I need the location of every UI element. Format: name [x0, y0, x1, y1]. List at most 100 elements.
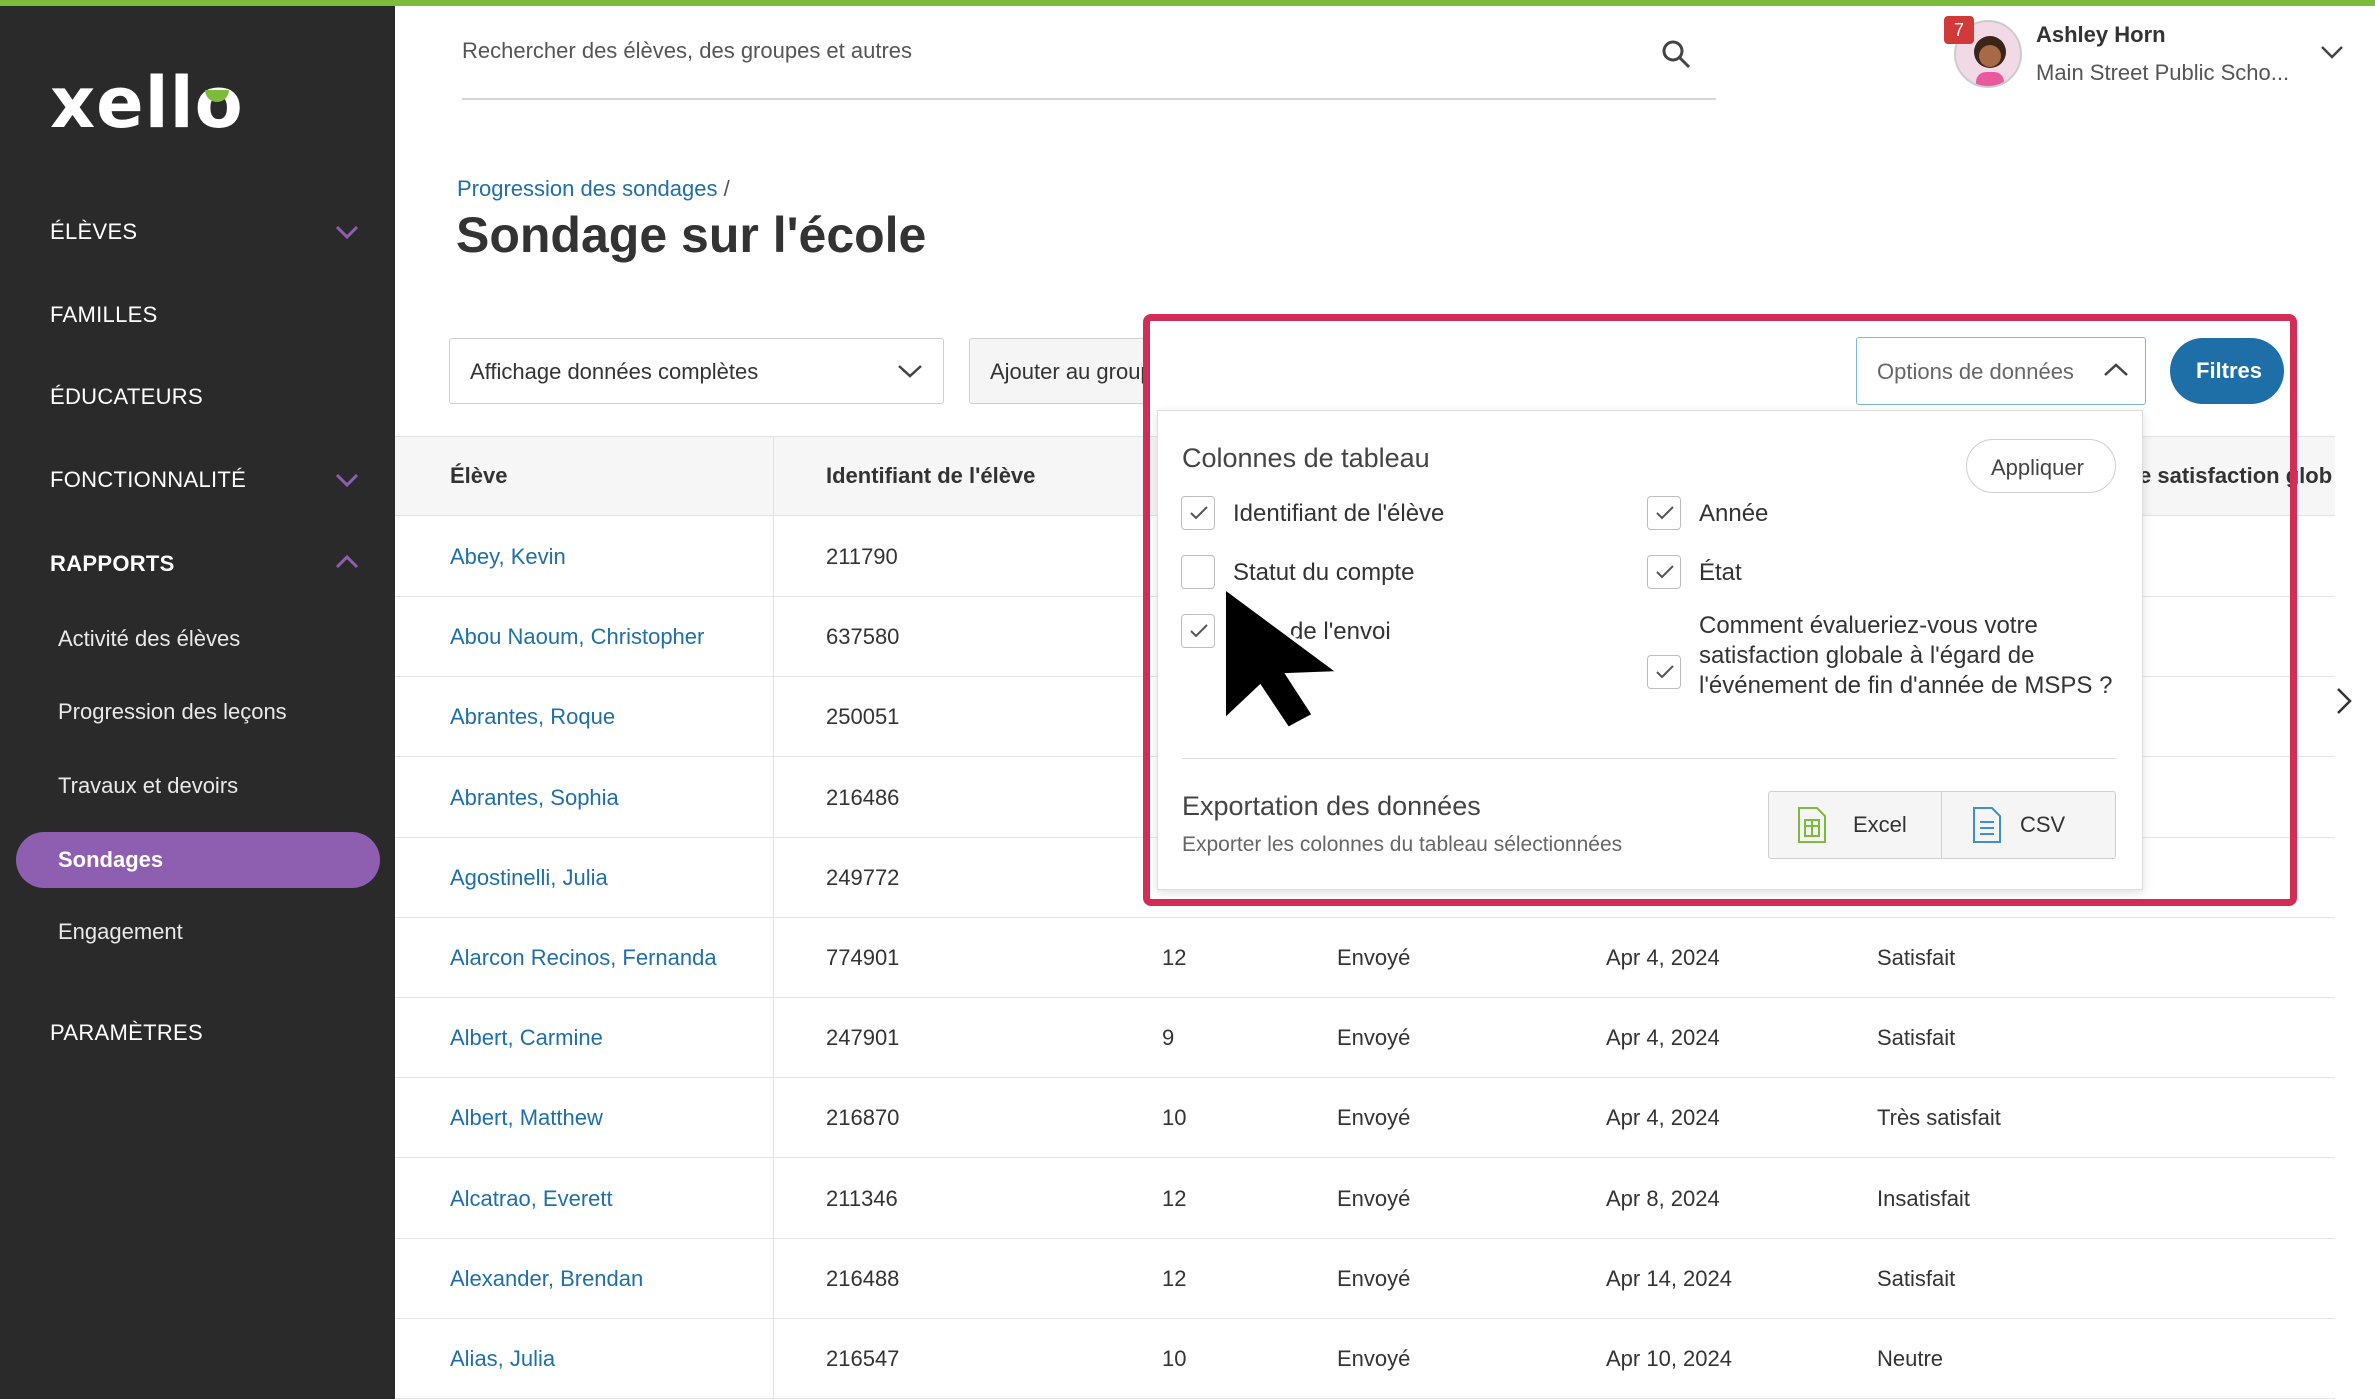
chevron-down-icon[interactable]	[334, 472, 360, 488]
checkbox-date-envoi[interactable]	[1181, 614, 1215, 648]
notification-badge[interactable]: 7	[1944, 16, 1974, 44]
filters-button[interactable]: Filtres	[2170, 338, 2284, 404]
export-subtitle: Exporter les colonnes du tableau sélecti…	[1182, 833, 1623, 856]
chevron-down-icon[interactable]	[2320, 44, 2344, 60]
sidebar-item-fonctionnalite[interactable]: FONCTIONNALITÉ	[50, 467, 246, 493]
checkbox-etat[interactable]	[1647, 555, 1681, 589]
sidebar-sub-travaux[interactable]: Travaux et devoirs	[58, 773, 238, 799]
cell-satisfaction: Neutre	[1877, 1346, 1944, 1371]
add-to-group-button[interactable]: Ajouter au groupe	[969, 338, 1169, 404]
cell-satisfaction: Satisfait	[1877, 945, 1956, 970]
excel-label: Excel	[1853, 812, 1907, 837]
export-buttons: Excel CSV	[1768, 791, 2116, 859]
csv-button[interactable]: CSV	[1942, 792, 2116, 858]
cell-date: Apr 4, 2024	[1606, 1105, 1720, 1131]
chevron-up-icon[interactable]	[334, 554, 360, 570]
table-row[interactable]: Albert, Matthew 216870 10 Envoyé Apr 4, 2024…	[395, 1078, 2335, 1159]
sidebar-item-parametres[interactable]: PARAMÈTRES	[50, 1020, 203, 1046]
excel-button[interactable]: Excel	[1769, 792, 1941, 858]
cell-student-id: 774901	[826, 945, 900, 970]
column-header-eleve[interactable]: Élève	[450, 463, 508, 489]
table-row[interactable]: Albert, Carmine 247901 9 Envoyé Apr 4, 2024 S…	[395, 998, 2335, 1079]
cell-student-id: 216486	[826, 784, 900, 810]
student-name-link[interactable]: Agostinelli, Julia	[450, 865, 608, 891]
student-name-link[interactable]: Abey, Kevin	[450, 544, 566, 570]
filters-label: Filtres	[2196, 358, 2263, 383]
sidebar-sub-sondages[interactable]: Sondages	[16, 832, 380, 888]
cell-status: Envoyé	[1337, 1346, 1411, 1371]
student-name-link[interactable]: Albert, Carmine	[450, 1025, 603, 1051]
cell-status: Envoyé	[1337, 945, 1411, 970]
student-name-link[interactable]: Alexander, Brendan	[450, 1266, 643, 1292]
chevron-down-icon[interactable]	[334, 224, 360, 240]
apply-label: Appliquer	[1991, 455, 2084, 480]
apply-button[interactable]: Appliquer	[1966, 439, 2116, 493]
student-name-link[interactable]: Alcatrao, Everett	[450, 1186, 613, 1212]
user-name: Ashley Horn	[2036, 22, 2166, 47]
checkbox-annee[interactable]	[1647, 496, 1681, 530]
cell-student-id: 247901	[826, 1025, 900, 1051]
view-select-value: Affichage données complètes	[470, 359, 759, 384]
excel-file-icon	[1798, 807, 1826, 843]
chevron-up-icon	[2104, 363, 2128, 376]
cell-date: Apr 4, 2024	[1606, 945, 1720, 970]
mouse-cursor-icon	[1222, 583, 1346, 732]
breadcrumb-link[interactable]: Progression des sondages	[457, 176, 718, 201]
cell-date: Apr 8, 2024	[1606, 1185, 1720, 1211]
cell-satisfaction: Satisfait	[1877, 1025, 1956, 1051]
cell-student-id: 211346	[826, 1185, 898, 1211]
table-row[interactable]: Alias, Julia 216547 10 Envoyé Apr 10, 2024 Ne…	[395, 1319, 2335, 1399]
cell-grade: 12	[1162, 1265, 1187, 1291]
cell-student-id: 637580	[826, 624, 900, 650]
cell-student-id: 216870	[826, 1105, 900, 1131]
student-name-link[interactable]: Abou Naoum, Christopher	[450, 624, 704, 650]
user-menu[interactable]: 7 Ashley Horn Main Street Public Scho...	[1944, 16, 2364, 96]
view-select[interactable]: Affichage données complètes	[449, 338, 944, 404]
option-label: Année	[1699, 500, 1769, 527]
cell-satisfaction: Très satisfait	[1877, 1105, 2001, 1131]
cell-student-id: 216488	[826, 1265, 900, 1291]
sidebar-sub-engagement[interactable]: Engagement	[58, 919, 183, 945]
table-scroll-area	[2336, 436, 2375, 1399]
option-label: État	[1699, 559, 1742, 586]
sidebar-item-eleves[interactable]: ÉLÈVES	[50, 219, 137, 245]
cell-satisfaction: Insatisfait	[1877, 1185, 1970, 1211]
breadcrumb: Progression des sondages /	[457, 176, 730, 202]
student-name-link[interactable]: Abrantes, Sophia	[450, 785, 619, 811]
xello-logo[interactable]: xello	[50, 62, 244, 144]
sidebar-sub-activite[interactable]: Activité des élèves	[58, 626, 240, 652]
table-row[interactable]: Alcatrao, Everett 211346 12 Envoyé Apr 8, 20…	[395, 1159, 2335, 1239]
student-name-link[interactable]: Abrantes, Roque	[450, 704, 615, 730]
checkbox-identifiant[interactable]	[1181, 496, 1215, 530]
student-name-link[interactable]: Albert, Matthew	[450, 1105, 603, 1131]
chevron-down-icon	[898, 365, 922, 378]
table-row[interactable]: Alexander, Brendan 216488 12 Envoyé Apr 14, …	[395, 1239, 2335, 1319]
cell-date: Apr 4, 2024	[1606, 1025, 1720, 1051]
student-name-link[interactable]: Alarcon Recinos, Fernanda	[450, 945, 717, 971]
cell-grade: 12	[1162, 945, 1187, 970]
sidebar-item-familles[interactable]: FAMILLES	[50, 302, 158, 328]
csv-file-icon	[1973, 807, 2001, 843]
csv-label: CSV	[2020, 812, 2066, 837]
sidebar-item-educateurs[interactable]: ÉDUCATEURS	[50, 384, 203, 410]
breadcrumb-separator: /	[723, 176, 730, 201]
student-name-link[interactable]: Alias, Julia	[450, 1346, 555, 1372]
cell-date: Apr 14, 2024	[1606, 1265, 1732, 1291]
search-icon[interactable]	[1660, 38, 1692, 70]
table-row[interactable]: Alarcon Recinos, Fernanda 774901 12 Envoyé A…	[395, 918, 2335, 998]
cell-satisfaction: Satisfait	[1877, 1265, 1956, 1291]
add-to-group-label: Ajouter au groupe	[990, 359, 1165, 384]
search-bar[interactable]: Rechercher des élèves, des groupes et au…	[462, 38, 1716, 100]
data-options-button[interactable]: Options de données	[1856, 337, 2146, 405]
cell-student-id: 211790	[826, 544, 898, 569]
checkbox-satisfaction[interactable]	[1647, 655, 1681, 689]
cell-status: Envoyé	[1337, 1025, 1411, 1051]
chevron-right-icon[interactable]	[2334, 686, 2354, 716]
column-header-identifiant[interactable]: Identifiant de l'élève	[826, 463, 1035, 489]
checkbox-statut-compte[interactable]	[1181, 555, 1215, 589]
cell-status: Envoyé	[1337, 1185, 1411, 1211]
sidebar-item-rapports[interactable]: RAPPORTS	[50, 551, 175, 577]
cell-student-id: 250051	[826, 704, 900, 730]
search-input[interactable]: Rechercher des élèves, des groupes et au…	[462, 38, 912, 64]
sidebar-sub-progression-lecons[interactable]: Progression des leçons	[58, 699, 287, 725]
